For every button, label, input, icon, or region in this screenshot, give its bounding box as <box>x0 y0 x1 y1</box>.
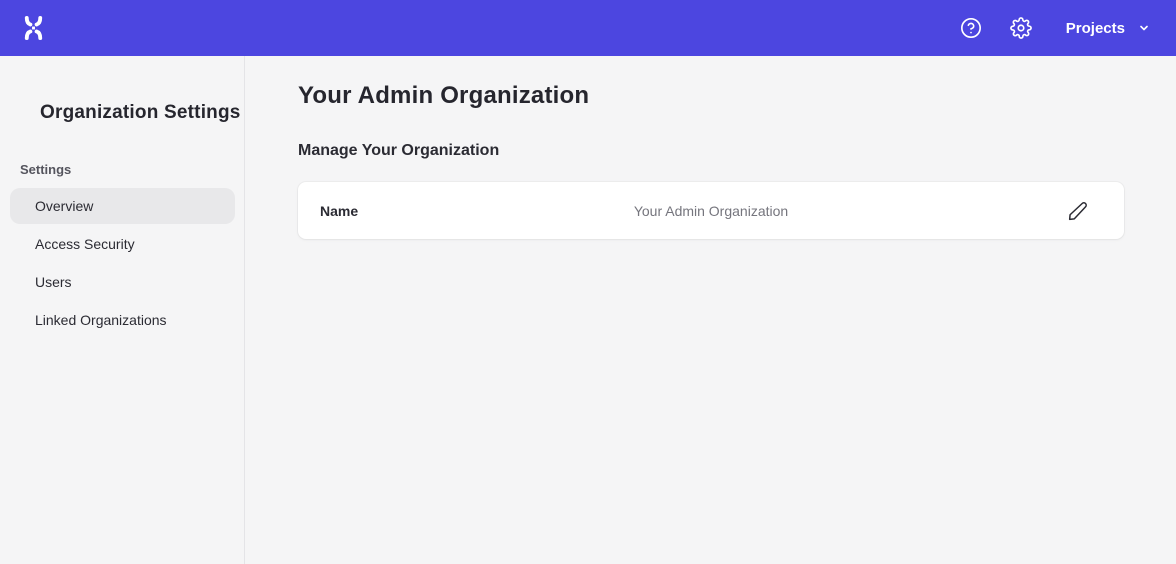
sidebar-item-label: Access Security <box>35 236 135 252</box>
sidebar-item-label: Linked Organizations <box>35 312 167 328</box>
page-layout: Organization Settings Settings Overview … <box>0 56 1176 564</box>
help-circle-icon <box>960 17 982 39</box>
top-navigation-bar: Projects <box>0 0 1176 56</box>
main-content: Your Admin Organization Manage Your Orga… <box>245 56 1176 564</box>
help-button[interactable] <box>960 17 982 39</box>
sidebar-item-users[interactable]: Users <box>10 264 235 300</box>
sidebar: Organization Settings Settings Overview … <box>0 56 245 564</box>
sidebar-item-access-security[interactable]: Access Security <box>10 226 235 262</box>
organization-name-row: Name Your Admin Organization <box>298 182 1124 239</box>
projects-dropdown[interactable]: Projects <box>1066 20 1150 37</box>
gear-icon <box>1010 17 1032 39</box>
edit-name-button[interactable] <box>1068 201 1088 221</box>
name-field-label: Name <box>320 203 358 219</box>
topbar-actions: Projects <box>960 17 1150 39</box>
sidebar-item-label: Users <box>35 274 72 290</box>
pencil-icon <box>1068 201 1088 221</box>
sidebar-title: Organization Settings <box>40 102 244 124</box>
projects-dropdown-label: Projects <box>1066 20 1125 37</box>
name-field-value: Your Admin Organization <box>634 203 788 219</box>
sidebar-group-label: Settings <box>20 162 244 177</box>
sidebar-nav: Overview Access Security Users Linked Or… <box>0 188 244 338</box>
app-logo[interactable] <box>20 15 47 41</box>
section-title: Manage Your Organization <box>298 142 1124 160</box>
page-title: Your Admin Organization <box>298 82 1124 110</box>
sidebar-item-overview[interactable]: Overview <box>10 188 235 224</box>
chevron-down-icon <box>1138 22 1150 34</box>
settings-button[interactable] <box>1010 17 1032 39</box>
sidebar-item-label: Overview <box>35 198 93 214</box>
x-logo-icon <box>20 15 47 41</box>
sidebar-item-linked-organizations[interactable]: Linked Organizations <box>10 302 235 338</box>
